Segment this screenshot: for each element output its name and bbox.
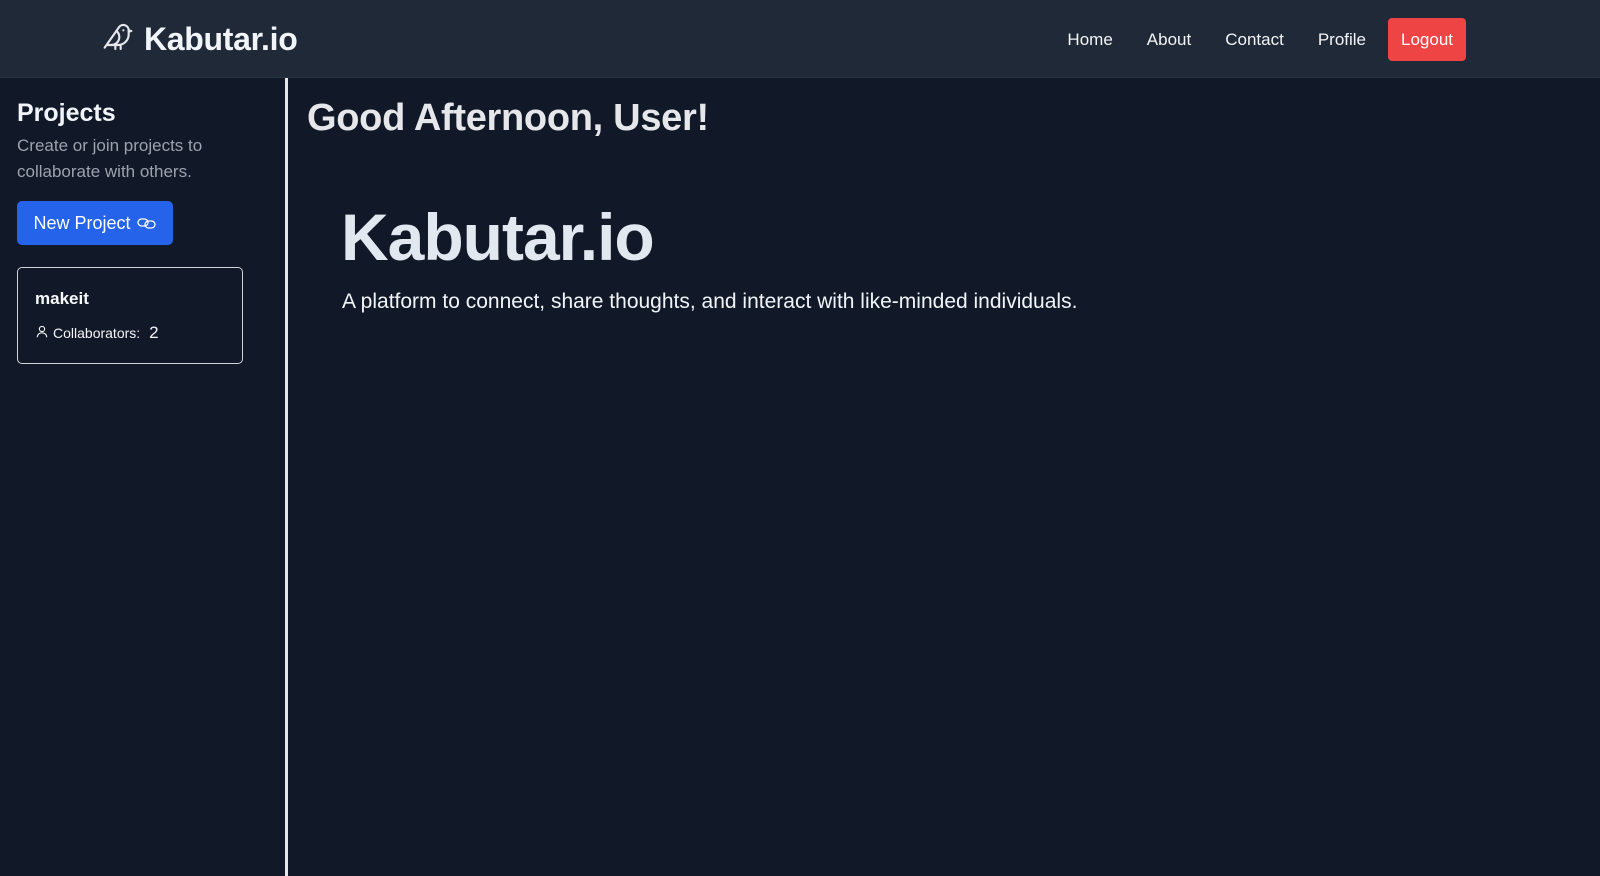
- nav-links: Home About Contact Profile Logout: [1050, 18, 1466, 61]
- new-project-button[interactable]: New Project: [17, 201, 173, 245]
- collaborators-count: 2: [149, 323, 159, 342]
- project-card[interactable]: makeit Collaborators: 2: [17, 267, 243, 364]
- link-icon: [136, 213, 157, 234]
- sidebar-title: Projects: [17, 99, 116, 127]
- nav-home-link[interactable]: Home: [1050, 30, 1129, 50]
- user-icon: [36, 325, 48, 341]
- hero-title: Kabutar.io: [341, 200, 655, 274]
- new-project-label: New Project: [33, 212, 131, 233]
- brand-logo[interactable]: Kabutar.io: [102, 18, 298, 60]
- hero-subtitle: A platform to connect, share thoughts, a…: [342, 290, 1078, 313]
- collaborators-label: Collaborators:: [53, 325, 141, 341]
- bird-icon: [102, 21, 134, 58]
- greeting-heading: Good Afternoon, User!: [307, 97, 709, 139]
- brand-name: Kabutar.io: [144, 20, 298, 57]
- nav-contact-link[interactable]: Contact: [1208, 30, 1301, 50]
- projects-sidebar: Projects Create or join projects to coll…: [0, 78, 288, 876]
- top-navbar: Kabutar.io Home About Contact Profile Lo…: [0, 0, 1600, 78]
- project-name: makeit: [35, 289, 89, 308]
- nav-about-link[interactable]: About: [1130, 30, 1208, 50]
- main-content: Good Afternoon, User! Kabutar.io A platf…: [291, 78, 1600, 876]
- logout-button[interactable]: Logout: [1388, 18, 1466, 61]
- nav-profile-link[interactable]: Profile: [1301, 30, 1383, 50]
- sidebar-subtitle: Create or join projects to collaborate w…: [17, 136, 203, 181]
- collaborators-row: Collaborators: 2: [36, 323, 159, 343]
